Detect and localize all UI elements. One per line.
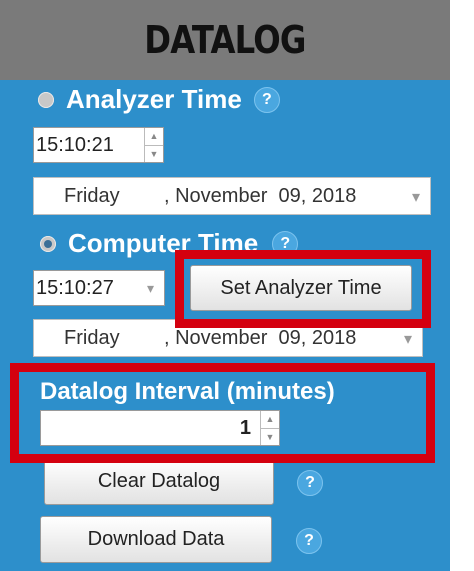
highlight-datalog-interval (10, 363, 435, 463)
clear-datalog-label: Clear Datalog (97, 470, 221, 492)
analyzer-time-spinner[interactable]: ▲ ▼ (144, 128, 163, 162)
spin-down-icon[interactable]: ▼ (145, 144, 163, 163)
analyzer-time-option[interactable]: Analyzer Time ? (38, 84, 280, 115)
help-icon[interactable]: ? (296, 528, 322, 554)
download-data-label: Download Data (87, 528, 225, 550)
highlight-set-analyzer-time (175, 250, 431, 328)
analyzer-time-field[interactable]: 15:10:21 ▲ ▼ (33, 127, 164, 163)
computer-time-field[interactable]: 15:10:27 ▾ (33, 270, 165, 306)
analyzer-time-radio[interactable] (38, 91, 54, 108)
datalog-header: DATALOG (0, 0, 450, 80)
analyzer-date-rest: , November 09, 2018 (164, 184, 357, 207)
page-title: DATALOG (144, 18, 306, 62)
analyzer-date-select[interactable]: Friday , November 09, 2018 ▾ (33, 177, 431, 215)
spin-up-icon[interactable]: ▲ (145, 128, 163, 145)
computer-date-rest: , November 09, 2018 (164, 326, 357, 349)
help-icon[interactable]: ? (253, 86, 280, 113)
computer-time-radio[interactable] (40, 235, 56, 252)
chevron-down-icon[interactable]: ▾ (147, 280, 154, 297)
chevron-down-icon[interactable]: ▾ (412, 187, 420, 207)
analyzer-date-day: Friday (64, 184, 120, 207)
help-icon[interactable]: ? (297, 470, 323, 496)
clear-datalog-button[interactable]: Clear Datalog (44, 458, 274, 505)
computer-time-value: 15:10:27 (36, 276, 114, 299)
analyzer-time-label: Analyzer Time (66, 84, 242, 114)
chevron-down-icon[interactable]: ▾ (404, 329, 412, 349)
download-data-button[interactable]: Download Data (40, 516, 272, 563)
computer-date-day: Friday (64, 326, 120, 349)
analyzer-time-value: 15:10:21 (36, 133, 114, 156)
